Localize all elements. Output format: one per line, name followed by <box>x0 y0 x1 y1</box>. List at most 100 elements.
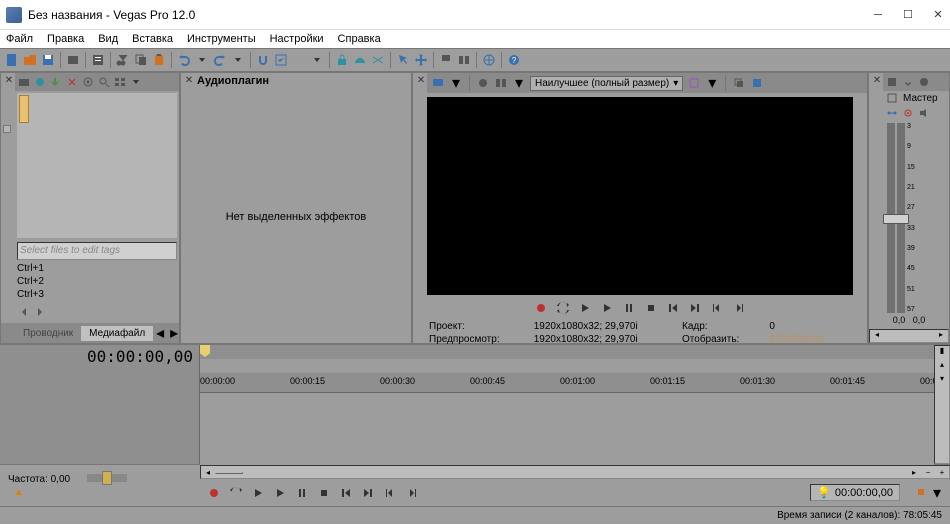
overlay-icon[interactable] <box>687 76 701 90</box>
menu-edit[interactable]: Правка <box>47 33 84 45</box>
crossfade-icon[interactable] <box>370 52 386 68</box>
props-icon[interactable] <box>81 75 95 89</box>
go-end-icon[interactable] <box>360 485 376 501</box>
import-icon[interactable] <box>17 75 31 89</box>
pause-icon[interactable] <box>294 485 310 501</box>
prev-frame-icon[interactable] <box>709 300 725 316</box>
maximize-button[interactable]: ☐ <box>902 9 914 21</box>
capture-icon[interactable] <box>33 75 47 89</box>
properties-icon[interactable] <box>90 52 106 68</box>
meter-mode-icon[interactable] <box>885 91 899 105</box>
cut-icon[interactable] <box>115 52 131 68</box>
marker-bar[interactable] <box>200 345 934 359</box>
tab-explorer[interactable]: Проводник <box>15 326 81 341</box>
scroll-right-icon[interactable]: ▸ <box>934 330 948 342</box>
fx-chain-icon[interactable] <box>885 106 899 120</box>
timeline-scrollbar[interactable]: ◂ ▸ − + <box>200 465 950 479</box>
next-frame-icon[interactable] <box>731 300 747 316</box>
menu-settings[interactable]: Настройки <box>270 33 324 45</box>
shortcut-2[interactable]: Ctrl+2 <box>17 275 177 288</box>
view-icon[interactable] <box>113 75 127 89</box>
move-tool-icon[interactable] <box>413 52 429 68</box>
copy-frame-icon[interactable] <box>732 76 746 90</box>
zoom-tool-dropdown-icon[interactable]: ▾ <box>930 486 944 500</box>
zoom-tool-icon[interactable] <box>914 486 928 500</box>
redo-icon[interactable] <box>212 52 228 68</box>
split-screen-icon[interactable] <box>494 76 508 90</box>
globe-icon[interactable] <box>481 52 497 68</box>
scroll-down-icon[interactable]: ▾ <box>935 374 949 388</box>
zoom-out-h-icon[interactable]: − <box>921 468 935 477</box>
go-start-icon[interactable] <box>665 300 681 316</box>
region-icon[interactable] <box>456 52 472 68</box>
menu-file[interactable]: Файл <box>6 33 33 45</box>
render-icon[interactable] <box>65 52 81 68</box>
stop-icon[interactable] <box>316 485 332 501</box>
new-icon[interactable] <box>4 52 20 68</box>
envelope-icon[interactable] <box>352 52 368 68</box>
menu-tools[interactable]: Инструменты <box>187 33 256 45</box>
insert-fx-icon[interactable] <box>885 75 899 89</box>
undo-icon[interactable] <box>176 52 192 68</box>
save-frame-icon[interactable] <box>750 76 764 90</box>
loop-icon[interactable] <box>228 485 244 501</box>
play-start-icon[interactable] <box>577 300 593 316</box>
prev-frame-icon[interactable] <box>382 485 398 501</box>
downmix-icon[interactable] <box>901 75 915 89</box>
overlay-dropdown-icon[interactable]: ▾ <box>705 76 719 90</box>
nav-fwd-icon[interactable] <box>33 305 47 319</box>
shortcut-1[interactable]: Ctrl+1 <box>17 262 177 275</box>
snap-icon[interactable] <box>255 52 271 68</box>
view-dropdown-icon[interactable] <box>129 75 143 89</box>
split-dropdown-icon[interactable]: ▾ <box>512 76 526 90</box>
tab-prev-icon[interactable]: ◂ <box>153 326 167 340</box>
minimize-button[interactable]: ─ <box>872 9 884 21</box>
stop-icon[interactable] <box>643 300 659 316</box>
scroll-left-icon[interactable]: ◂ <box>201 468 215 477</box>
save-icon[interactable] <box>40 52 56 68</box>
open-icon[interactable] <box>22 52 38 68</box>
master-fader[interactable] <box>883 214 909 224</box>
next-frame-icon[interactable] <box>404 485 420 501</box>
panel-close-icon[interactable]: ✕ <box>415 75 427 87</box>
settings-gear-icon[interactable] <box>901 106 915 120</box>
panel-close-icon[interactable]: ✕ <box>871 75 883 87</box>
rate-slider[interactable] <box>87 474 127 482</box>
external-monitor-icon[interactable] <box>431 76 445 90</box>
pause-icon[interactable] <box>621 300 637 316</box>
tracks-area[interactable] <box>200 393 934 465</box>
marker-icon[interactable] <box>438 52 454 68</box>
redo-dropdown-icon[interactable] <box>230 52 246 68</box>
record-icon[interactable] <box>206 485 222 501</box>
paste-icon[interactable] <box>151 52 167 68</box>
menu-help[interactable]: Справка <box>338 33 381 45</box>
autosnap-icon[interactable] <box>273 52 289 68</box>
scroll-right-icon[interactable]: ▸ <box>907 468 921 477</box>
play-start-icon[interactable] <box>250 485 266 501</box>
menu-view[interactable]: Вид <box>98 33 118 45</box>
timecode-display[interactable]: 💡 00:00:00,00 <box>810 484 900 501</box>
preview-fx-icon[interactable] <box>476 76 490 90</box>
time-ruler[interactable]: 00:00:00 00:00:15 00:00:30 00:00:45 00:0… <box>200 373 934 393</box>
search-icon[interactable] <box>97 75 111 89</box>
go-end-icon[interactable] <box>687 300 703 316</box>
menu-insert[interactable]: Вставка <box>132 33 173 45</box>
media-bin[interactable] <box>17 93 177 238</box>
marker-tool-icon[interactable]: ▮ <box>935 346 949 360</box>
undo-dropdown-icon[interactable] <box>194 52 210 68</box>
panel-close-icon[interactable]: ✕ <box>3 75 15 87</box>
quality-dropdown[interactable]: Наилучшее (полный размер)▾ <box>530 76 683 91</box>
nav-back-icon[interactable] <box>17 305 31 319</box>
master-scrollbar[interactable]: ◂ ▸ <box>869 329 949 343</box>
rate-thumb[interactable] <box>102 471 112 485</box>
go-start-icon[interactable] <box>338 485 354 501</box>
close-button[interactable]: ✕ <box>932 9 944 21</box>
monitor-dropdown-icon[interactable]: ▾ <box>449 76 463 90</box>
scroll-thumb[interactable] <box>215 472 243 474</box>
tab-media[interactable]: Медиафайл <box>81 326 153 341</box>
scroll-left-icon[interactable]: ◂ <box>870 330 884 342</box>
record-icon[interactable] <box>533 300 549 316</box>
lock-icon[interactable] <box>334 52 350 68</box>
get-media-icon[interactable] <box>49 75 63 89</box>
shortcut-3[interactable]: Ctrl+3 <box>17 288 177 301</box>
